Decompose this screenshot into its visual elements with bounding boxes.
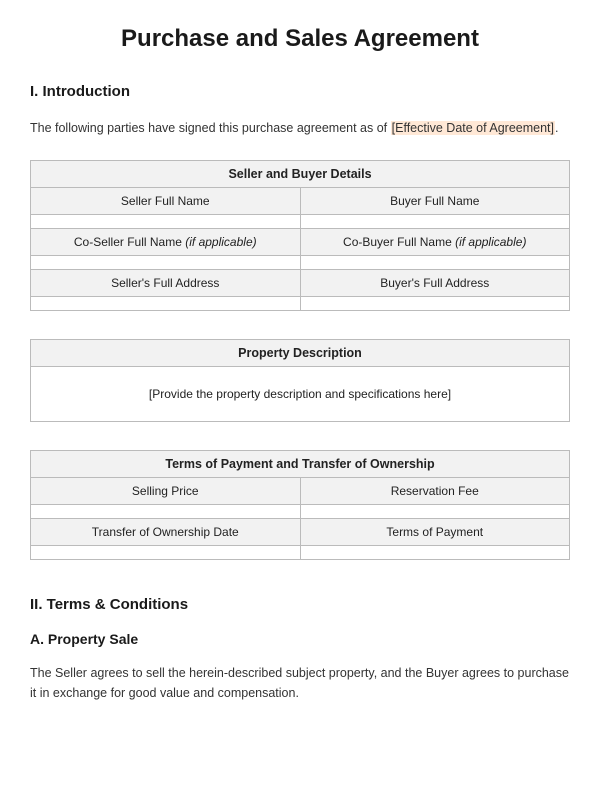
selling-price-label: Selling Price	[31, 478, 301, 505]
buyer-name-label: Buyer Full Name	[300, 188, 570, 215]
seller-buyer-table: Seller and Buyer Details Seller Full Nam…	[30, 160, 570, 311]
table2-title: Property Description	[31, 340, 570, 367]
document-title: Purchase and Sales Agreement	[30, 25, 570, 53]
property-description-table: Property Description [Provide the proper…	[30, 339, 570, 422]
terms-payment-field[interactable]	[300, 546, 570, 560]
reservation-fee-label: Reservation Fee	[300, 478, 570, 505]
coseller-prefix: Co-Seller Full Name	[74, 235, 185, 249]
section-2a-subheading: A. Property Sale	[30, 631, 570, 647]
selling-price-field[interactable]	[31, 505, 301, 519]
coseller-label: Co-Seller Full Name (if applicable)	[31, 229, 301, 256]
seller-name-label: Seller Full Name	[31, 188, 301, 215]
table3-title: Terms of Payment and Transfer of Ownersh…	[31, 451, 570, 478]
property-sale-body: The Seller agrees to sell the herein-des…	[30, 663, 570, 703]
buyer-address-label: Buyer's Full Address	[300, 270, 570, 297]
cobuyer-prefix: Co-Buyer Full Name	[343, 235, 455, 249]
cobuyer-field[interactable]	[300, 256, 570, 270]
table1-title: Seller and Buyer Details	[31, 161, 570, 188]
intro-text-after: .	[555, 121, 558, 135]
buyer-address-field[interactable]	[300, 297, 570, 311]
intro-paragraph: The following parties have signed this p…	[30, 118, 570, 138]
terms-payment-table: Terms of Payment and Transfer of Ownersh…	[30, 450, 570, 560]
seller-name-field[interactable]	[31, 215, 301, 229]
cobuyer-suffix: (if applicable)	[455, 235, 526, 249]
property-description-field[interactable]: [Provide the property description and sp…	[31, 367, 570, 422]
cobuyer-label: Co-Buyer Full Name (if applicable)	[300, 229, 570, 256]
section-1-heading: I. Introduction	[30, 83, 570, 100]
section-2-heading: II. Terms & Conditions	[30, 596, 570, 613]
reservation-fee-field[interactable]	[300, 505, 570, 519]
intro-text-before: The following parties have signed this p…	[30, 121, 391, 135]
terms-payment-label: Terms of Payment	[300, 519, 570, 546]
seller-address-label: Seller's Full Address	[31, 270, 301, 297]
coseller-field[interactable]	[31, 256, 301, 270]
seller-address-field[interactable]	[31, 297, 301, 311]
effective-date-placeholder[interactable]: [Effective Date of Agreement]	[391, 121, 555, 135]
coseller-suffix: (if applicable)	[185, 235, 256, 249]
buyer-name-field[interactable]	[300, 215, 570, 229]
transfer-date-label: Transfer of Ownership Date	[31, 519, 301, 546]
transfer-date-field[interactable]	[31, 546, 301, 560]
